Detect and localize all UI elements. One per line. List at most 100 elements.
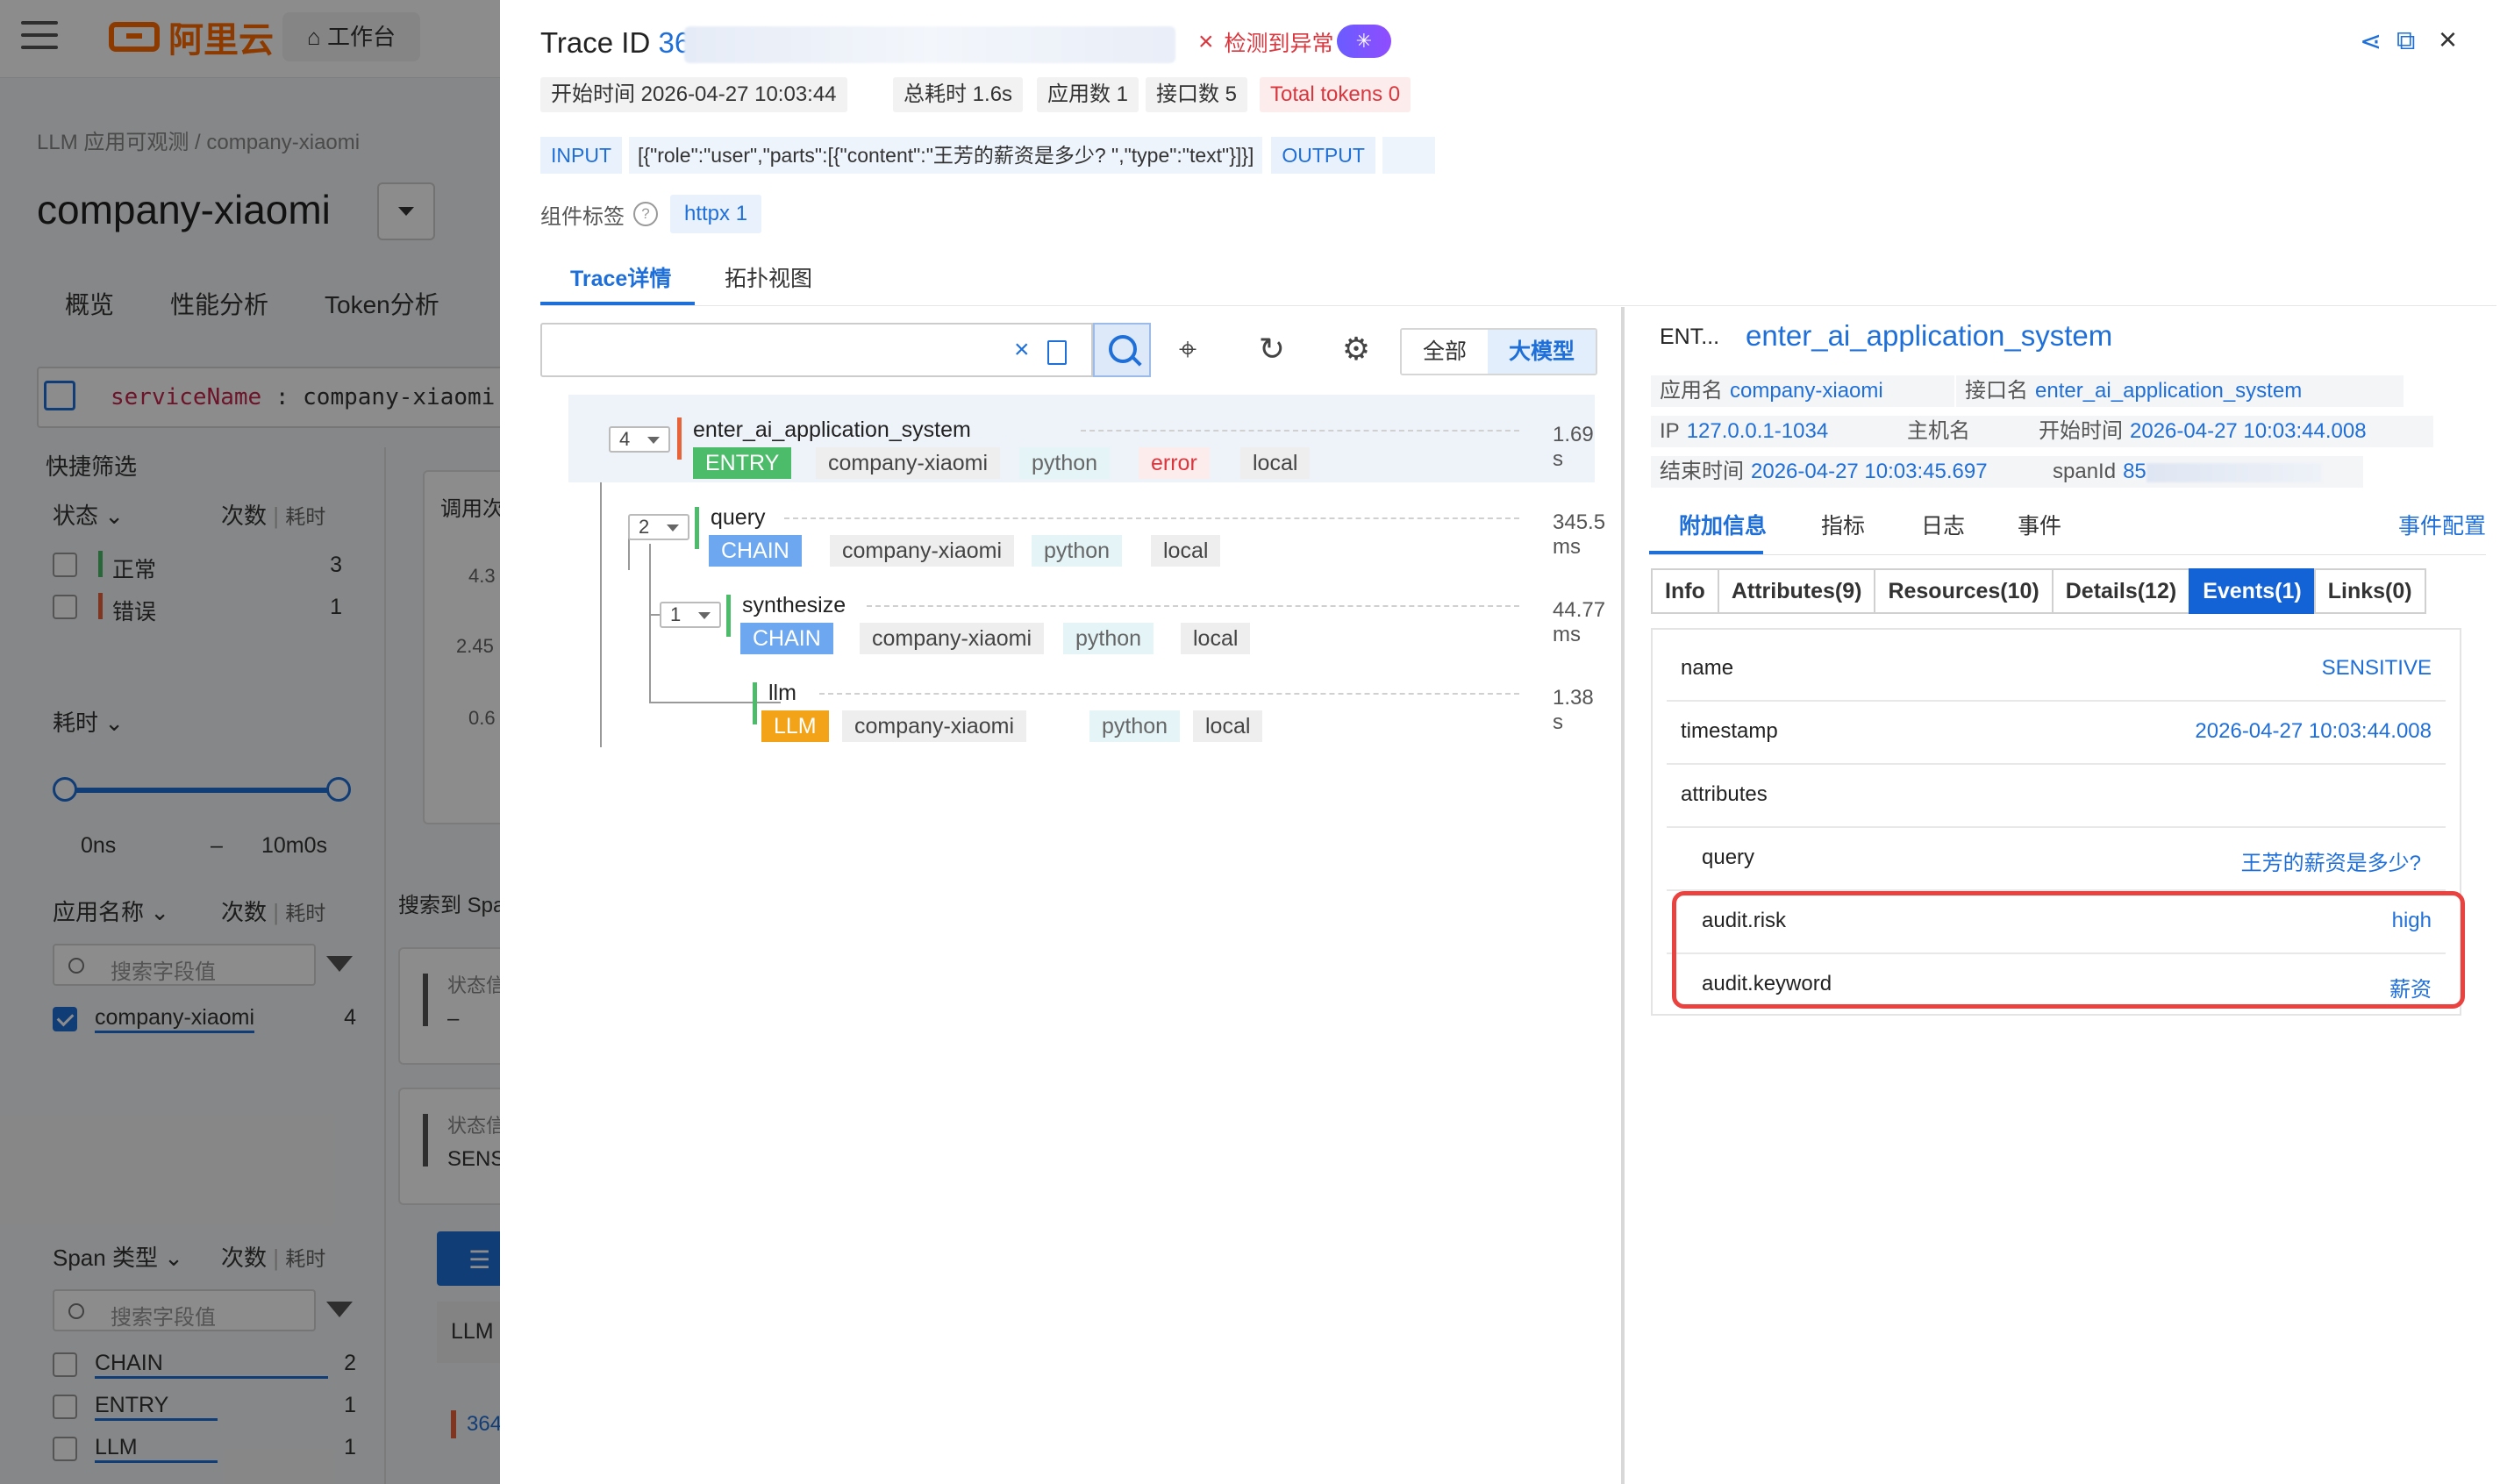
subtab-info[interactable]: Info bbox=[1651, 568, 1719, 614]
span-duration: 1.69 s bbox=[1553, 423, 1594, 471]
event-row-name: name SENSITIVE bbox=[1667, 639, 2446, 702]
span-status-bar bbox=[726, 595, 731, 637]
locate-icon[interactable]: ⌖ bbox=[1172, 333, 1204, 365]
gear-icon[interactable]: ⚙ bbox=[1340, 333, 1372, 365]
span-timeline bbox=[819, 693, 1519, 695]
tab-topology[interactable]: 拓扑视图 bbox=[725, 261, 812, 293]
event-row-timestamp: timestamp 2026-04-27 10:03:44.008 bbox=[1667, 702, 2446, 765]
subtab-links[interactable]: Links(0) bbox=[2313, 568, 2426, 614]
collapse-toggle[interactable]: 4 bbox=[609, 426, 670, 453]
metric-total-duration: 总耗时 1.6s bbox=[893, 77, 1024, 112]
metric-start-time: 开始时间 2026-04-27 10:03:44 bbox=[540, 77, 847, 112]
span-timeline bbox=[784, 517, 1519, 519]
span-row-entry[interactable]: 4 enter_ai_application_system 1.69 s ENT… bbox=[568, 395, 1595, 482]
span-app-badge: company-xiaomi bbox=[830, 535, 1015, 567]
detail-end-time: 结束时间 2026-04-27 10:03:45.697 bbox=[1651, 456, 2053, 488]
span-app-badge: company-xiaomi bbox=[816, 447, 1001, 479]
tab-divider bbox=[540, 305, 2496, 306]
filter-llm-button[interactable]: 大模型 bbox=[1488, 330, 1596, 374]
collapse-toggle[interactable]: 2 bbox=[628, 514, 689, 540]
span-timeline bbox=[867, 605, 1519, 607]
detail-hostname: 主机名 bbox=[1898, 416, 2039, 447]
help-icon[interactable]: ? bbox=[633, 202, 658, 226]
span-status-badge: error bbox=[1139, 447, 1210, 479]
span-id-redacted bbox=[2146, 462, 2322, 482]
tab-logs[interactable]: 日志 bbox=[1921, 509, 1965, 540]
span-name: query bbox=[711, 505, 766, 530]
subtab-resources[interactable]: Resources(10) bbox=[1874, 568, 2054, 614]
span-duration: 44.77 ms bbox=[1553, 598, 1606, 646]
highlight-annotation bbox=[1672, 891, 2465, 1009]
metric-interface-count: 接口数 5 bbox=[1146, 77, 1248, 112]
span-local-badge: local bbox=[1240, 447, 1311, 479]
span-kind-badge: ENTRY bbox=[693, 447, 792, 479]
detail-interface-name: 接口名 enter_ai_application_system bbox=[1956, 375, 2404, 407]
span-lang-badge: python bbox=[1089, 710, 1181, 742]
metric-app-count: 应用数 1 bbox=[1037, 77, 1139, 112]
modal-overlay[interactable] bbox=[0, 0, 500, 1484]
span-local-badge: local bbox=[1193, 710, 1263, 742]
input-value[interactable]: [{"role":"user","parts":[{"content":"王芳的… bbox=[629, 137, 1263, 174]
copy-icon[interactable] bbox=[1047, 340, 1067, 365]
subtab-attributes[interactable]: Attributes(9) bbox=[1717, 568, 1876, 614]
trace-id-title: Trace ID 36 bbox=[540, 26, 691, 59]
filter-all-button[interactable]: 全部 bbox=[1402, 330, 1489, 374]
span-row-llm[interactable]: llm 1.38 s LLM company-xiaomi python loc… bbox=[568, 658, 1595, 746]
span-name: synthesize bbox=[742, 593, 846, 617]
component-tag-httpx[interactable]: httpx 1 bbox=[670, 195, 762, 233]
span-kind-badge: CHAIN bbox=[709, 535, 802, 567]
tab-metrics[interactable]: 指标 bbox=[1821, 509, 1865, 540]
input-tag[interactable]: INPUT bbox=[540, 137, 622, 174]
event-row-attributes: attributes bbox=[1667, 765, 2446, 828]
span-kind-badge: LLM bbox=[761, 710, 829, 742]
search-icon bbox=[1109, 335, 1137, 363]
span-name: enter_ai_application_system bbox=[693, 417, 971, 442]
output-value[interactable] bbox=[1382, 137, 1435, 174]
close-icon: × bbox=[1198, 27, 1214, 56]
detail-sub-tabs: Info Attributes(9) Resources(10) Details… bbox=[1651, 568, 2426, 614]
component-tags-label: 组件标签 bbox=[540, 204, 625, 229]
span-lang-badge: python bbox=[1019, 447, 1111, 479]
detail-ip: IP 127.0.0.1-1034 bbox=[1651, 416, 1909, 447]
detail-title-link[interactable]: enter_ai_application_system bbox=[1746, 319, 2112, 353]
collapse-toggle[interactable]: 1 bbox=[660, 602, 721, 628]
span-row-synthesize[interactable]: 1 synthesize 44.77 ms CHAIN company-xiao… bbox=[568, 570, 1605, 658]
span-local-badge: local bbox=[1151, 535, 1221, 567]
tab-additional-info[interactable]: 附加信息 bbox=[1679, 509, 1767, 540]
subtab-events[interactable]: Events(1) bbox=[2189, 568, 2316, 614]
external-link-icon[interactable]: ⧉ bbox=[2396, 26, 2415, 56]
anomaly-indicator[interactable]: × 检测到异常 bbox=[1198, 26, 1334, 58]
tab-trace-detail[interactable]: Trace详情 bbox=[570, 261, 671, 293]
close-icon[interactable]: × bbox=[2439, 21, 2457, 58]
span-lang-badge: python bbox=[1063, 623, 1154, 654]
detail-tab-divider bbox=[1649, 554, 2486, 555]
clear-icon[interactable]: × bbox=[1014, 335, 1030, 365]
ai-diagnose-button[interactable]: ✳ bbox=[1337, 25, 1391, 58]
event-attr-query: query 王芳的薪资是多少? bbox=[1667, 828, 2446, 891]
span-status-bar bbox=[753, 682, 757, 724]
span-row-query[interactable]: 2 query 345.5 ms CHAIN company-xiaomi py… bbox=[568, 482, 1605, 570]
span-duration: 345.5 ms bbox=[1553, 510, 1606, 559]
share-icon[interactable]: ⋖ bbox=[2360, 26, 2382, 57]
refresh-icon[interactable]: ↻ bbox=[1256, 333, 1288, 365]
detail-kind-abbr: ENT... bbox=[1660, 325, 1720, 349]
span-status-bar bbox=[677, 417, 682, 460]
search-button[interactable] bbox=[1093, 323, 1151, 377]
span-app-badge: company-xiaomi bbox=[860, 623, 1045, 654]
span-lang-badge: python bbox=[1032, 535, 1123, 567]
trace-id-redacted bbox=[684, 26, 1175, 63]
span-name: llm bbox=[768, 681, 796, 705]
component-tags-row: 组件标签? httpx 1 bbox=[540, 195, 762, 233]
event-config-link[interactable]: 事件配置 bbox=[2398, 509, 2486, 540]
span-kind-badge: CHAIN bbox=[740, 623, 833, 654]
span-local-badge: local bbox=[1181, 623, 1251, 654]
subtab-details[interactable]: Details(12) bbox=[2051, 568, 2191, 614]
span-status-bar bbox=[695, 507, 699, 549]
metric-total-tokens: Total tokens 0 bbox=[1260, 77, 1411, 112]
detail-start-time: 开始时间 2026-04-27 10:03:44.008 bbox=[2030, 416, 2433, 447]
tab-events[interactable]: 事件 bbox=[2018, 509, 2061, 540]
output-tag[interactable]: OUTPUT bbox=[1271, 137, 1375, 174]
detail-span-id: spanId 85 bbox=[2044, 456, 2363, 488]
span-search-input[interactable]: × bbox=[540, 323, 1093, 377]
panel-splitter[interactable] bbox=[1621, 307, 1625, 1484]
